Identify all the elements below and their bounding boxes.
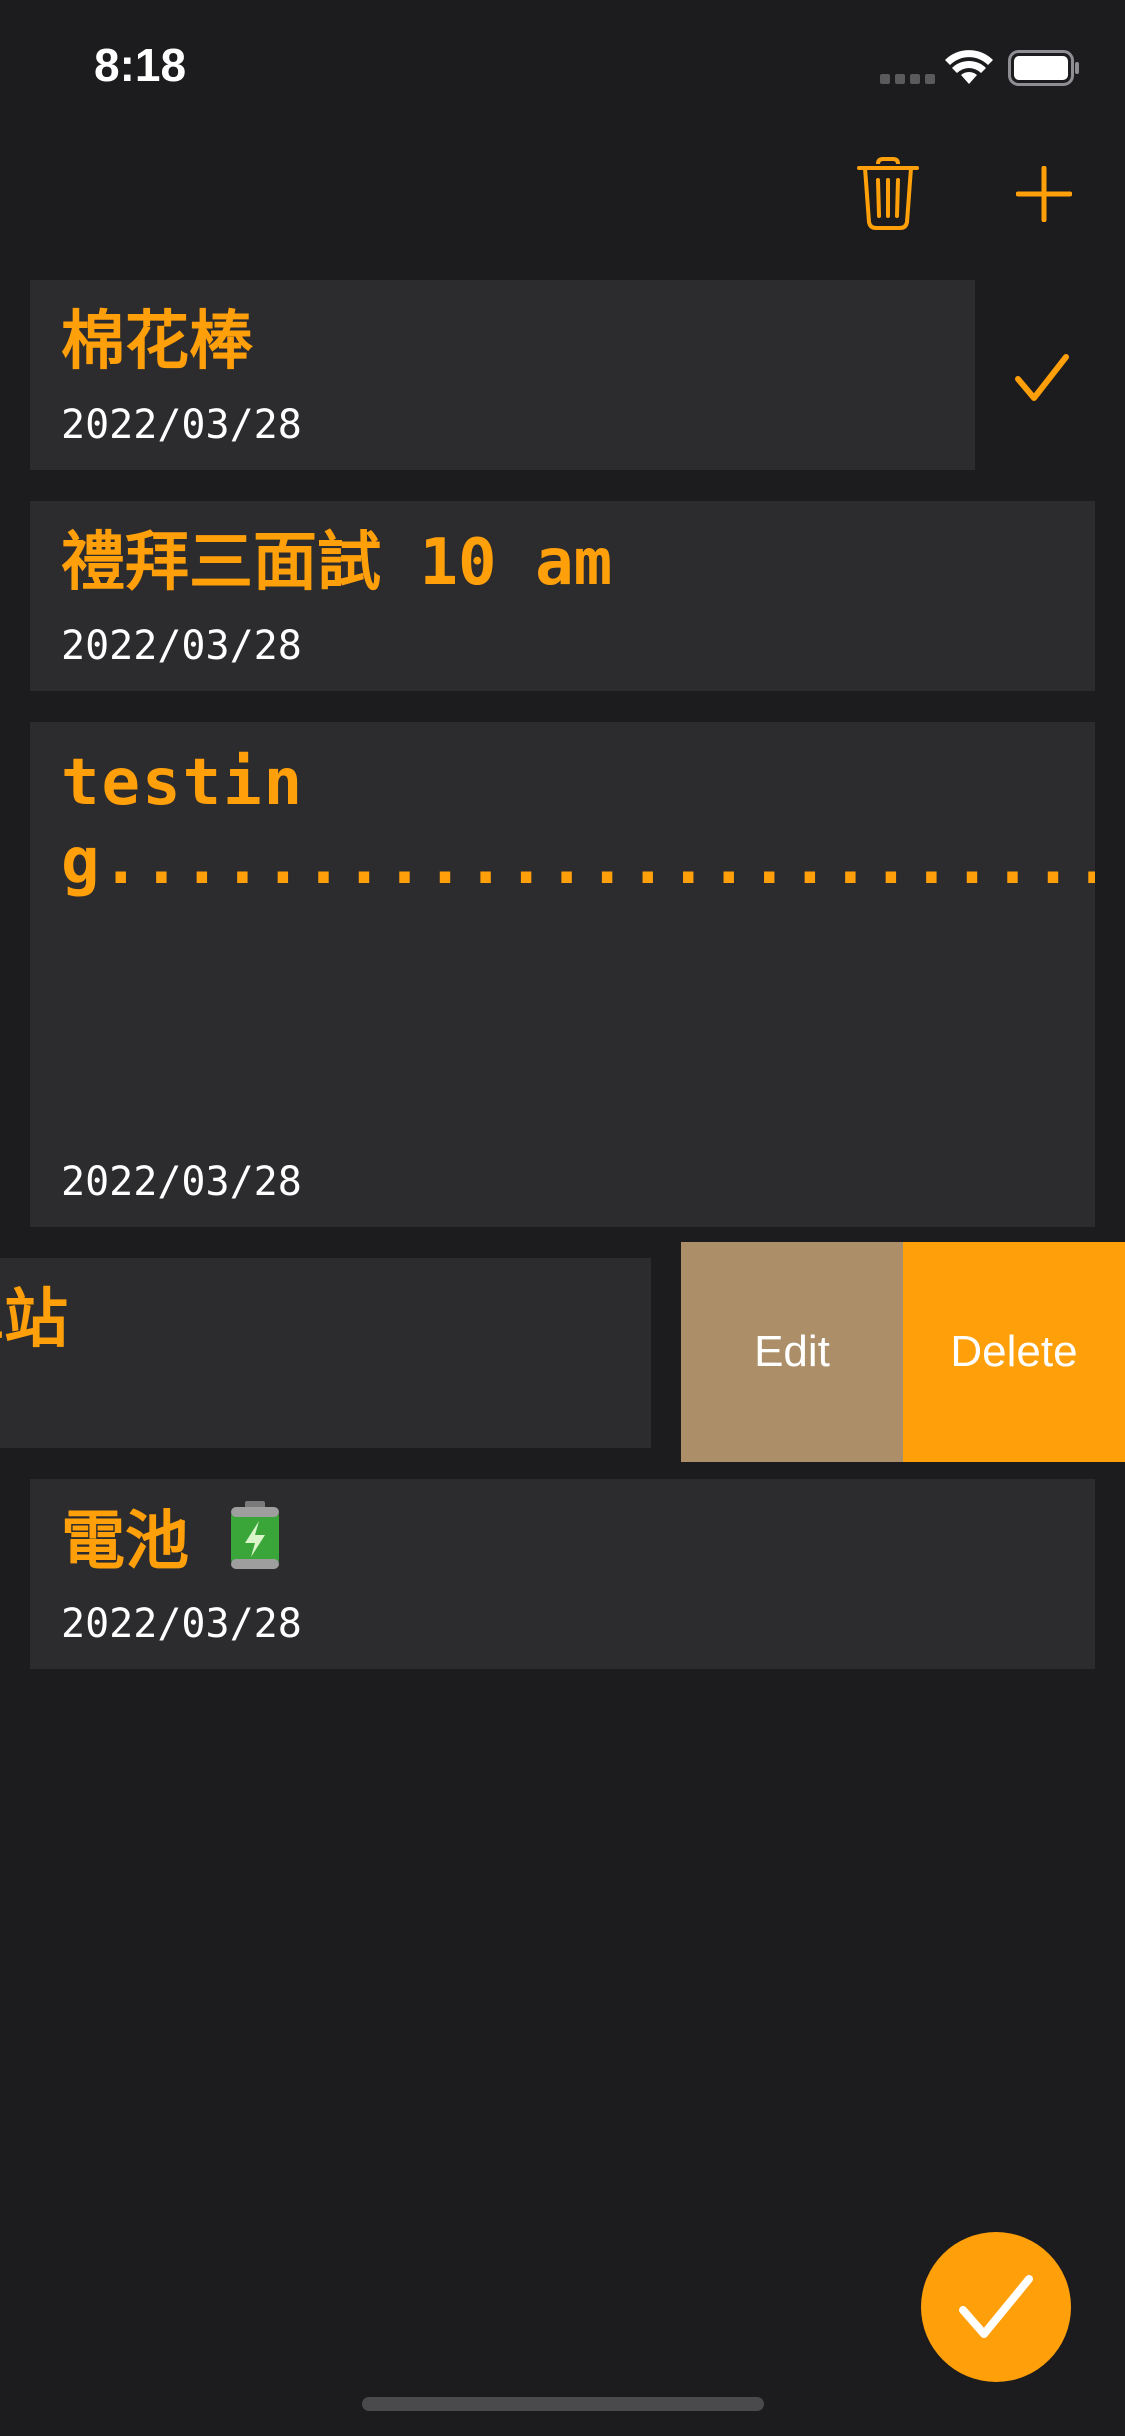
wifi-icon: [945, 50, 993, 84]
battery-status-icon: [1008, 50, 1079, 86]
todo-date: 2022/03/28: [61, 623, 302, 669]
checkmark-icon: [959, 2275, 1033, 2338]
todo-title: 棉花棒: [61, 305, 253, 379]
todo-card[interactable]: 棉花棒 2022/03/28: [30, 280, 975, 470]
delete-button[interactable]: Delete: [903, 1242, 1125, 1462]
trash-icon: [857, 157, 919, 230]
todo-title: 車站: [0, 1283, 68, 1357]
trash-button[interactable]: [846, 152, 930, 236]
todo-date: 2022/03/28: [61, 1159, 302, 1205]
todo-date: 2022/03/28: [61, 1601, 302, 1647]
todo-title: testing.................................…: [61, 746, 1095, 899]
edit-button[interactable]: Edit: [681, 1242, 903, 1462]
todo-title: 電池: [61, 1505, 189, 1580]
cellular-signal-icon: [880, 74, 935, 84]
add-button[interactable]: [1002, 152, 1086, 236]
status-time: 8:18: [94, 39, 187, 91]
todo-title: 禮拜三面試 10 am: [61, 526, 613, 600]
battery-icon: [229, 1501, 281, 1590]
todo-card[interactable]: testing.................................…: [30, 722, 1095, 1227]
todo-date: 2022/03/28: [61, 402, 302, 448]
home-indicator[interactable]: [362, 2397, 764, 2411]
complete-fab-button[interactable]: [921, 2232, 1071, 2382]
todo-card-swiped[interactable]: 車站: [0, 1258, 651, 1448]
todo-title-row: 電池: [61, 1501, 281, 1590]
checkmark-icon: [1015, 354, 1069, 401]
plus-icon: [1016, 166, 1072, 222]
todo-card[interactable]: 電池 2022/03/28: [30, 1479, 1095, 1669]
completed-checkmark-button[interactable]: [1000, 336, 1084, 420]
todo-card[interactable]: 禮拜三面試 10 am 2022/03/28: [30, 501, 1095, 691]
